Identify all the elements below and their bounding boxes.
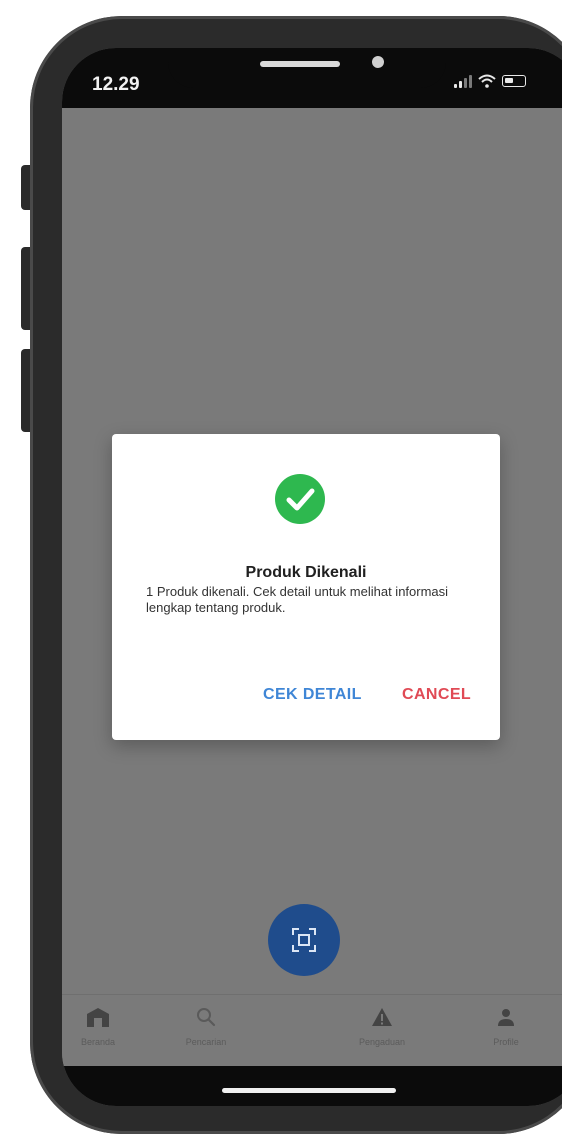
check-circle-icon: [275, 474, 325, 524]
nav-label-profile: Profile: [493, 1037, 519, 1047]
phone-screen: 12.29 Produk Dikenali 1 Produk dikenali.…: [62, 48, 562, 1106]
home-icon: [87, 1008, 109, 1027]
status-icons: [454, 72, 526, 90]
status-time: 12.29: [92, 74, 140, 95]
warning-icon: [372, 1008, 392, 1026]
search-icon: [197, 1008, 216, 1027]
signal-icon: [454, 74, 472, 88]
wifi-icon: [478, 74, 496, 88]
nav-item-beranda[interactable]: Beranda: [62, 1005, 138, 1047]
device-mockup: 12.29 Produk Dikenali 1 Produk dikenali.…: [0, 0, 562, 1139]
nav-item-profile[interactable]: Profile: [466, 1005, 546, 1047]
scan-button[interactable]: [268, 904, 340, 976]
bottom-navigation: Beranda Pencarian Pengaduan Profile: [62, 994, 562, 1066]
nav-item-pengaduan[interactable]: Pengaduan: [342, 1005, 422, 1047]
home-indicator-area: [62, 1066, 562, 1106]
front-camera: [372, 56, 384, 68]
nav-label-beranda: Beranda: [80, 1037, 116, 1047]
product-recognized-dialog: Produk Dikenali 1 Produk dikenali. Cek d…: [112, 434, 500, 740]
cancel-button[interactable]: CANCEL: [402, 686, 471, 704]
nav-label-pengaduan: Pengaduan: [358, 1037, 406, 1047]
user-icon: [498, 1009, 514, 1026]
notch: [168, 48, 446, 88]
battery-icon: [502, 75, 526, 87]
home-indicator[interactable]: [222, 1088, 396, 1093]
dialog-title: Produk Dikenali: [245, 564, 367, 581]
nav-item-pencarian[interactable]: Pencarian: [166, 1005, 246, 1047]
scan-icon: [292, 928, 316, 952]
cek-detail-button[interactable]: CEK DETAIL: [263, 686, 362, 704]
nav-label-pencarian: Pencarian: [185, 1037, 227, 1047]
speaker-grille: [260, 61, 340, 67]
dialog-message: 1 Produk dikenali. Cek detail untuk meli…: [146, 584, 449, 615]
